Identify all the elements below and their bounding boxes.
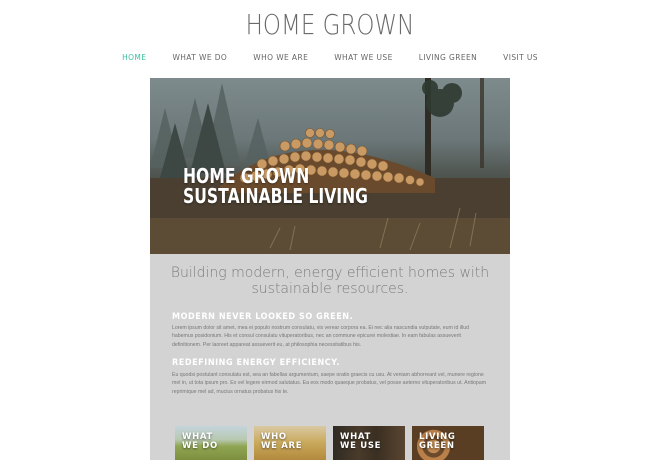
hero-banner: HOME GROWN SUSTAINABLE LIVING (150, 78, 510, 254)
hero-heading: HOME GROWN SUSTAINABLE LIVING (183, 166, 368, 206)
card-who-we-are[interactable]: WHO WE ARE (254, 426, 326, 460)
section-heading-energy: REDEFINING ENERGY EFFICIENCY. (172, 358, 340, 368)
tagline: Building modern, energy efficient homes … (170, 265, 490, 297)
card-label: WHAT WE USE (340, 432, 382, 451)
card-what-we-do[interactable]: WHAT WE DO (175, 426, 247, 460)
nav-item-visit-us[interactable]: VISIT US (490, 53, 551, 62)
nav-item-what-we-do[interactable]: WHAT WE DO (159, 53, 240, 62)
section-heading-modern: MODERN NEVER LOOKED SO GREEN. (172, 312, 354, 322)
main-content: Building modern, energy efficient homes … (150, 254, 510, 460)
nav-item-living-green[interactable]: LIVING GREEN (406, 53, 490, 62)
card-label: WHAT WE DO (182, 432, 218, 451)
card-living-green[interactable]: LIVING GREEN (412, 426, 484, 460)
section-body-energy: Eu quodsi postulant consulatu est, sea a… (172, 372, 487, 395)
card-label: LIVING GREEN (419, 432, 456, 451)
section-body-modern: Lorem ipsum dolor sit amet, mea ei popul… (172, 325, 469, 348)
nav-item-what-we-use[interactable]: WHAT WE USE (321, 53, 406, 62)
card-label: WHO WE ARE (261, 432, 303, 451)
nav-item-who-we-are[interactable]: WHO WE ARE (240, 53, 321, 62)
hero-heading-line1: HOME GROWN (183, 164, 310, 188)
card-what-we-use[interactable]: WHAT WE USE (333, 426, 405, 460)
site-title: HOME GROWN (245, 8, 415, 41)
nav-item-home[interactable]: HOME (109, 53, 159, 62)
hero-heading-line2: SUSTAINABLE LIVING (183, 184, 368, 208)
feature-cards: WHAT WE DO WHO WE ARE WHAT WE USE LIVING… (175, 426, 485, 460)
main-nav: HOME WHAT WE DO WHO WE ARE WHAT WE USE L… (0, 53, 660, 62)
